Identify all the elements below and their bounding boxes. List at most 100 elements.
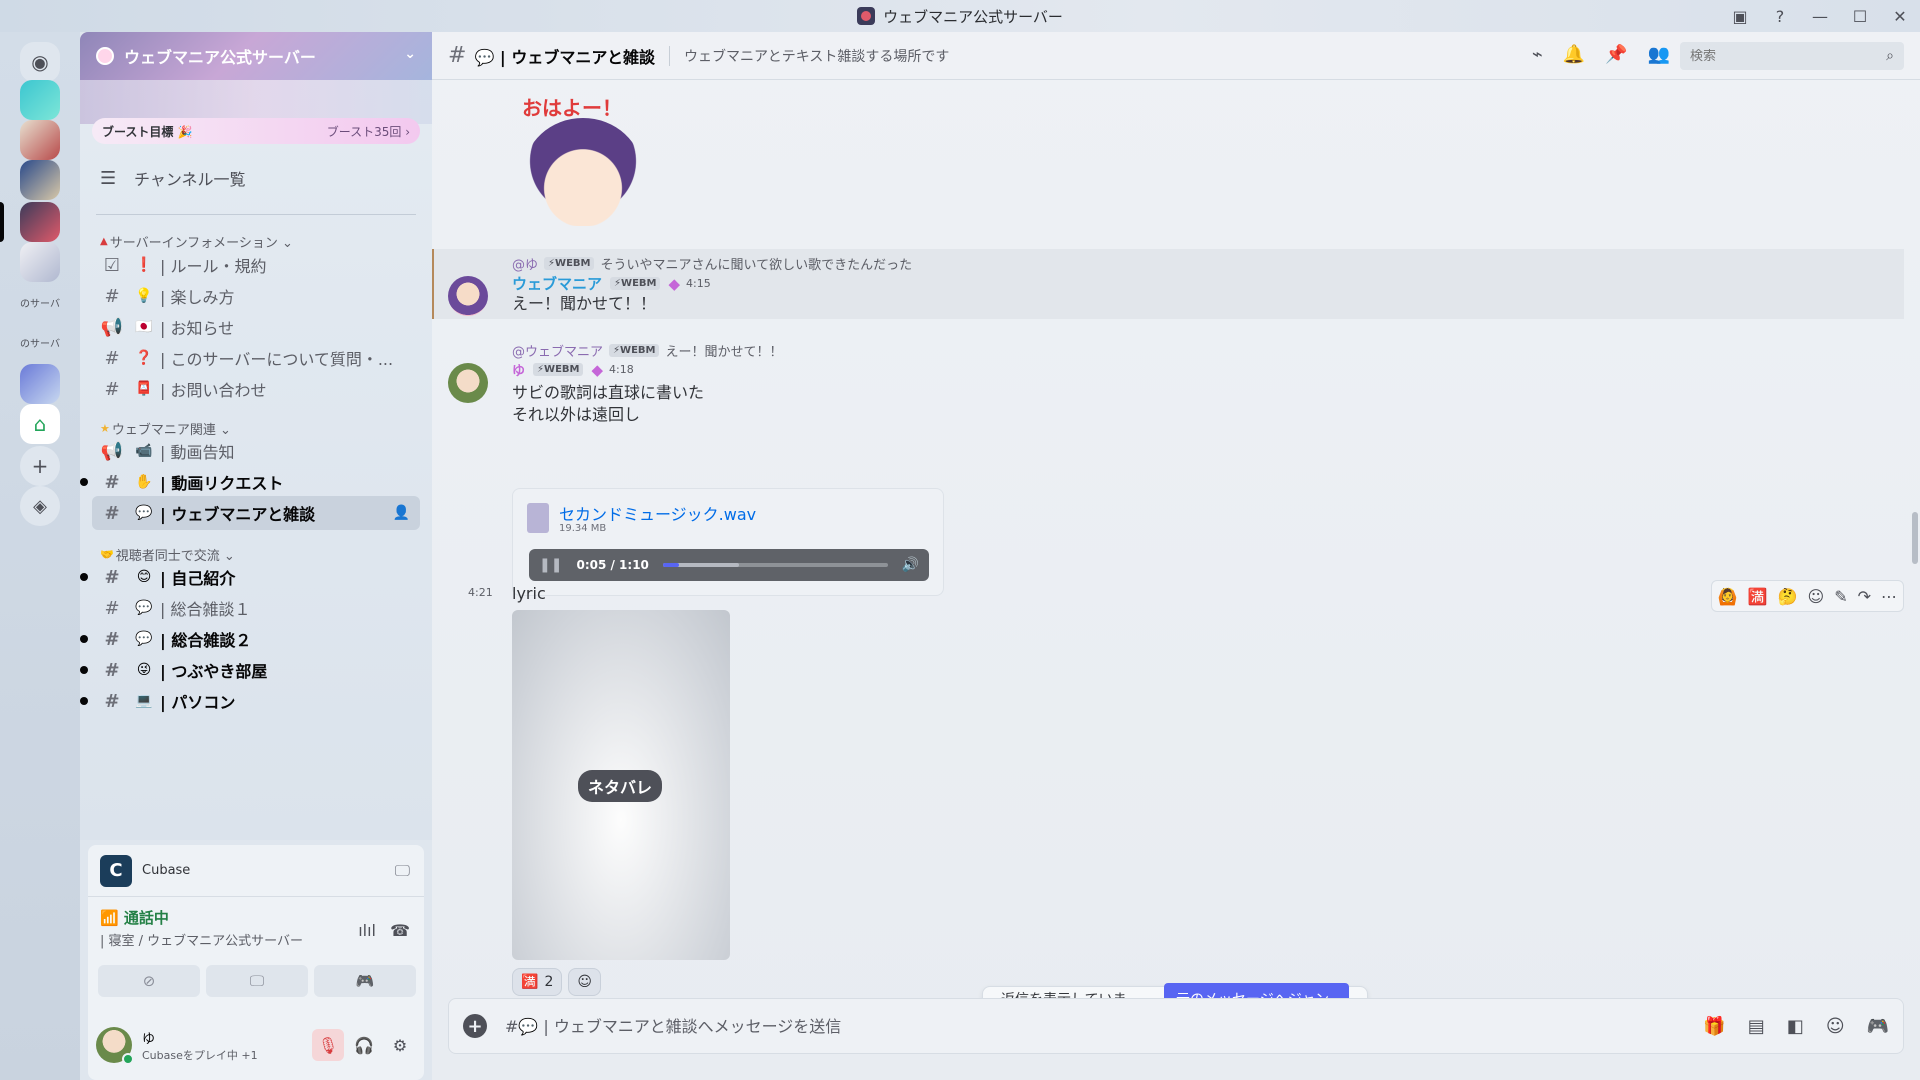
channel-how-to-enjoy[interactable]: # 💡 | 楽しみ方 <box>92 279 420 313</box>
main-area: # 💬 | ウェブマニアと雑談 ウェブマニアとテキスト雑談する場所です ⌁ 🔔 … <box>432 32 1920 1080</box>
avatar[interactable] <box>96 1027 134 1065</box>
channel-rules[interactable]: ☑ ❗ | ルール・規約 <box>92 248 420 282</box>
headphones-icon[interactable]: 🎧 <box>348 1029 380 1061</box>
server-tag[interactable]: ⚡WEBM <box>533 363 584 376</box>
scrollbar[interactable] <box>1912 512 1918 564</box>
help-icon[interactable]: ? <box>1760 0 1800 32</box>
emoji-icon[interactable]: ☺ <box>1826 1016 1845 1037</box>
search-input[interactable] <box>1690 48 1887 64</box>
server-text-1[interactable]: のサーバ <box>20 282 60 322</box>
threads-icon[interactable]: ⌁ <box>1532 44 1543 65</box>
server-avatar-2[interactable] <box>20 120 60 160</box>
apps-icon[interactable]: 🎮 <box>1867 1016 1889 1037</box>
server-avatar-webmania[interactable] <box>20 202 60 242</box>
server-avatar-5[interactable] <box>20 242 60 282</box>
audio-player: ❚❚ 0:05 / 1:10 🔊 <box>529 549 929 581</box>
maximize-button[interactable]: ☐ <box>1840 0 1880 32</box>
disconnect-icon[interactable]: ☎ <box>390 921 410 940</box>
screen-share-button[interactable]: 🖵 <box>206 965 308 997</box>
file-size: 19.34 MB <box>559 523 607 534</box>
author-name[interactable]: ウェブマニア <box>512 273 602 294</box>
mic-muted-icon[interactable]: 🎙 <box>312 1029 344 1061</box>
message-text: えー！聞かせて！！ <box>512 294 657 313</box>
channel-questions[interactable]: # ❓ | このサーバーについて質問・... <box>92 341 420 375</box>
add-server-icon[interactable]: + <box>20 446 60 486</box>
reaction-shortcut-icon[interactable]: 🈵 <box>1748 587 1768 606</box>
discord-home-icon[interactable]: ◉ <box>20 42 60 82</box>
server-avatar-9[interactable]: ⌂ <box>20 404 60 444</box>
channel-label: | お知らせ <box>160 319 235 338</box>
server-tag[interactable]: ⚡WEBM <box>610 277 661 290</box>
gift-icon[interactable]: 🎁 <box>1703 1016 1725 1037</box>
cubase-logo-icon: C <box>100 854 132 887</box>
avatar[interactable] <box>448 276 488 316</box>
channel-contact[interactable]: # 📮 | お問い合わせ <box>92 372 420 406</box>
spoiler-image[interactable]: ネタバレ <box>512 610 730 960</box>
reply-preview[interactable]: @ゆ ⚡WEBM そういやマニアさんに聞いて欲しい歌できたんだった <box>512 254 912 273</box>
guild-header[interactable]: ウェブマニア公式サーバー ⌄ <box>80 32 432 80</box>
activity-card[interactable]: C Cubase 🖵 <box>88 845 424 897</box>
unread-indicator <box>80 666 88 674</box>
gif-icon[interactable]: ▤ <box>1748 1016 1765 1037</box>
server-avatar-8[interactable] <box>20 364 60 404</box>
server-icon <box>857 7 876 25</box>
noise-suppression-icon[interactable]: ılıl <box>358 921 376 940</box>
sticker-face <box>524 118 642 226</box>
jump-to-original-button[interactable]: 元のメッセージへジャンプ <box>1164 983 1349 998</box>
activity-icon[interactable]: 🎮 <box>314 965 416 997</box>
channel-pc[interactable]: # 💻 | パソコン <box>80 684 420 718</box>
channel-self-intro[interactable]: # 😊 | 自己紹介 <box>80 560 420 594</box>
pin-icon[interactable]: 📌 <box>1605 44 1627 65</box>
file-name[interactable]: セカンドミュージック.wav <box>559 501 756 525</box>
add-reaction-button[interactable]: ☺ <box>568 968 601 996</box>
triangle-icon: ▲ <box>100 236 108 247</box>
channel-emoji: ✋ <box>135 474 153 490</box>
avatar[interactable] <box>448 363 488 403</box>
user-info[interactable]: ゆ Cubaseをプレイ中 +1 <box>142 1028 258 1063</box>
hash-icon: # <box>448 43 467 68</box>
bell-icon[interactable]: 🔔 <box>1563 44 1585 65</box>
message-input[interactable] <box>505 1016 1704 1036</box>
forward-icon[interactable]: ↷ <box>1858 587 1871 606</box>
audio-progress-track[interactable] <box>662 563 888 567</box>
channel-topic[interactable]: ウェブマニアとテキスト雑談する場所です <box>669 45 949 66</box>
members-icon[interactable]: 👥 <box>1648 44 1670 65</box>
channel-browser-button[interactable]: ☰ チャンネル一覧 <box>92 158 420 198</box>
reaction-shortcut-icon[interactable]: 🙆 <box>1718 587 1738 606</box>
channel-murmur[interactable]: # 😜 | つぶやき部屋 <box>80 653 420 687</box>
channel-announcements[interactable]: 📢 🇯🇵 | お知らせ <box>92 310 420 344</box>
server-avatar-1[interactable] <box>20 80 60 120</box>
add-attachment-icon[interactable]: + <box>463 1014 487 1038</box>
checkbox-icon: ☑ <box>103 254 121 276</box>
more-icon[interactable]: ⋯ <box>1881 587 1897 606</box>
channel-video-notice[interactable]: 📢 📹 | 動画告知 <box>92 434 420 468</box>
screen-share-icon[interactable]: 🖵 <box>395 861 410 881</box>
reaction-shortcut-icon[interactable]: 🤔 <box>1778 587 1798 606</box>
edit-icon[interactable]: ✎ <box>1834 587 1847 606</box>
reaction[interactable]: 🈵 2 <box>512 968 563 996</box>
sticker-image[interactable]: おはよー！ <box>522 96 642 226</box>
channel-general-1[interactable]: # 💬 | 総合雑談１ <box>92 591 420 625</box>
add-member-icon[interactable]: 👤 <box>393 505 410 521</box>
reply-preview[interactable]: @ウェブマニア ⚡WEBM えー！聞かせて！！ <box>512 341 783 360</box>
hash-icon: # <box>104 597 120 619</box>
author-name[interactable]: ゆ <box>512 360 525 379</box>
volume-icon[interactable]: 🔊 <box>902 557 919 573</box>
boost-goal-bar[interactable]: ブースト目標 🎉 ブースト35回 › <box>92 118 420 144</box>
pause-icon[interactable]: ❚❚ <box>539 557 562 573</box>
channel-emoji: 💬 <box>135 505 153 521</box>
channel-general-2[interactable]: # 💬 | 総合雑談２ <box>80 622 420 656</box>
sticker-icon[interactable]: ◧ <box>1787 1016 1804 1037</box>
inbox-icon[interactable]: ▣ <box>1720 0 1760 32</box>
channel-video-request[interactable]: # ✋ | 動画リクエスト <box>80 465 420 499</box>
discover-icon[interactable]: ◈ <box>20 486 60 526</box>
gear-icon[interactable]: ⚙ <box>384 1029 416 1061</box>
add-reaction-icon[interactable]: ☺ <box>1808 587 1825 606</box>
minimize-button[interactable]: — <box>1800 0 1840 32</box>
close-button[interactable]: ✕ <box>1880 0 1920 32</box>
server-text-2[interactable]: のサーバ <box>20 322 60 362</box>
camera-off-icon[interactable]: ⊘ <box>98 965 200 997</box>
server-avatar-3[interactable] <box>20 160 60 200</box>
channel-webmania-chat[interactable]: # 💬 | ウェブマニアと雑談 👤 <box>92 496 420 530</box>
search-box[interactable]: ⌕ <box>1680 42 1904 70</box>
